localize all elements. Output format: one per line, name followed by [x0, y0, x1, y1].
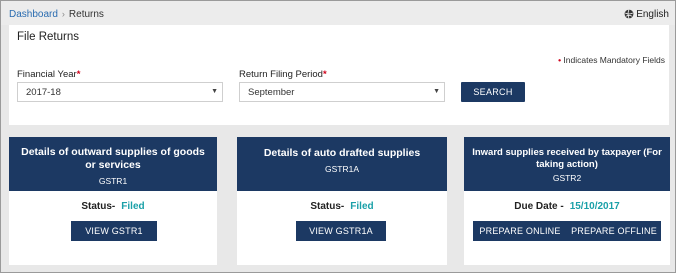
card-subtitle: GSTR1A [324, 164, 359, 174]
required-marker: * [322, 69, 327, 80]
chevron-down-icon: ▼ [211, 88, 218, 95]
search-button[interactable]: SEARCH [461, 82, 525, 102]
financial-year-select[interactable]: 2017-18 ▼ [17, 82, 223, 102]
card-header: Inward supplies received by taxpayer (Fo… [464, 137, 670, 191]
status-row: Status- Filed [9, 201, 217, 212]
card-title: Inward supplies received by taxpayer (Fo… [472, 147, 662, 170]
card-header: Details of outward supplies of goods or … [9, 137, 217, 191]
return-period-label-text: Return Filing Period [239, 69, 323, 80]
due-date-label: Due Date - [514, 201, 564, 212]
card-title: Details of auto drafted supplies [263, 147, 421, 159]
mandatory-note-text: Indicates Mandatory Fields [563, 55, 665, 65]
return-period-label: Return Filing Period* [239, 69, 327, 80]
breadcrumb-dashboard[interactable]: Dashboard [9, 9, 58, 20]
gstr1-card: Details of outward supplies of goods or … [9, 137, 217, 265]
top-bar: Dashboard › Returns English [1, 1, 675, 25]
card-subtitle: GSTR2 [552, 173, 582, 183]
globe-icon [624, 9, 634, 19]
due-date-row: Due Date - 15/10/2017 [464, 201, 670, 212]
gstr1a-card: Details of auto drafted supplies GSTR1A … [237, 137, 447, 265]
return-period-select[interactable]: September ▼ [239, 82, 445, 102]
gstr2-card: Inward supplies received by taxpayer (Fo… [464, 137, 670, 265]
financial-year-label-text: Financial Year [17, 69, 77, 80]
page-title: File Returns [17, 31, 79, 43]
prepare-offline-button[interactable]: PREPARE OFFLINE [567, 221, 661, 241]
due-date-value: 15/10/2017 [569, 201, 620, 212]
chevron-down-icon: ▼ [433, 88, 440, 95]
financial-year-value: 2017-18 [26, 87, 61, 98]
card-title: Details of outward supplies of goods or … [21, 146, 205, 171]
breadcrumb-separator: › [61, 9, 65, 19]
card-subtitle: GSTR1 [98, 176, 128, 186]
file-returns-panel: File Returns • Indicates Mandatory Field… [9, 25, 669, 125]
status-row: Status- Filed [237, 201, 447, 212]
status-label: Status- [310, 201, 345, 212]
status-badge: Filed [121, 201, 145, 212]
language-label: English [636, 9, 669, 20]
breadcrumb-current: Returns [68, 9, 104, 20]
view-gstr1-button[interactable]: VIEW GSTR1 [71, 221, 157, 241]
view-gstr1a-button[interactable]: VIEW GSTR1A [296, 221, 386, 241]
status-label: Status- [81, 201, 116, 212]
prepare-online-button[interactable]: PREPARE ONLINE [473, 221, 567, 241]
mandatory-note: • Indicates Mandatory Fields [558, 55, 665, 65]
mandatory-marker: • [558, 55, 562, 65]
breadcrumb: Dashboard › Returns [9, 9, 104, 20]
financial-year-label: Financial Year* [17, 69, 80, 80]
return-period-value: September [248, 87, 295, 98]
language-selector[interactable]: English [624, 9, 669, 20]
card-header: Details of auto drafted supplies GSTR1A [237, 137, 447, 191]
status-badge: Filed [350, 201, 374, 212]
required-marker: * [76, 69, 81, 80]
